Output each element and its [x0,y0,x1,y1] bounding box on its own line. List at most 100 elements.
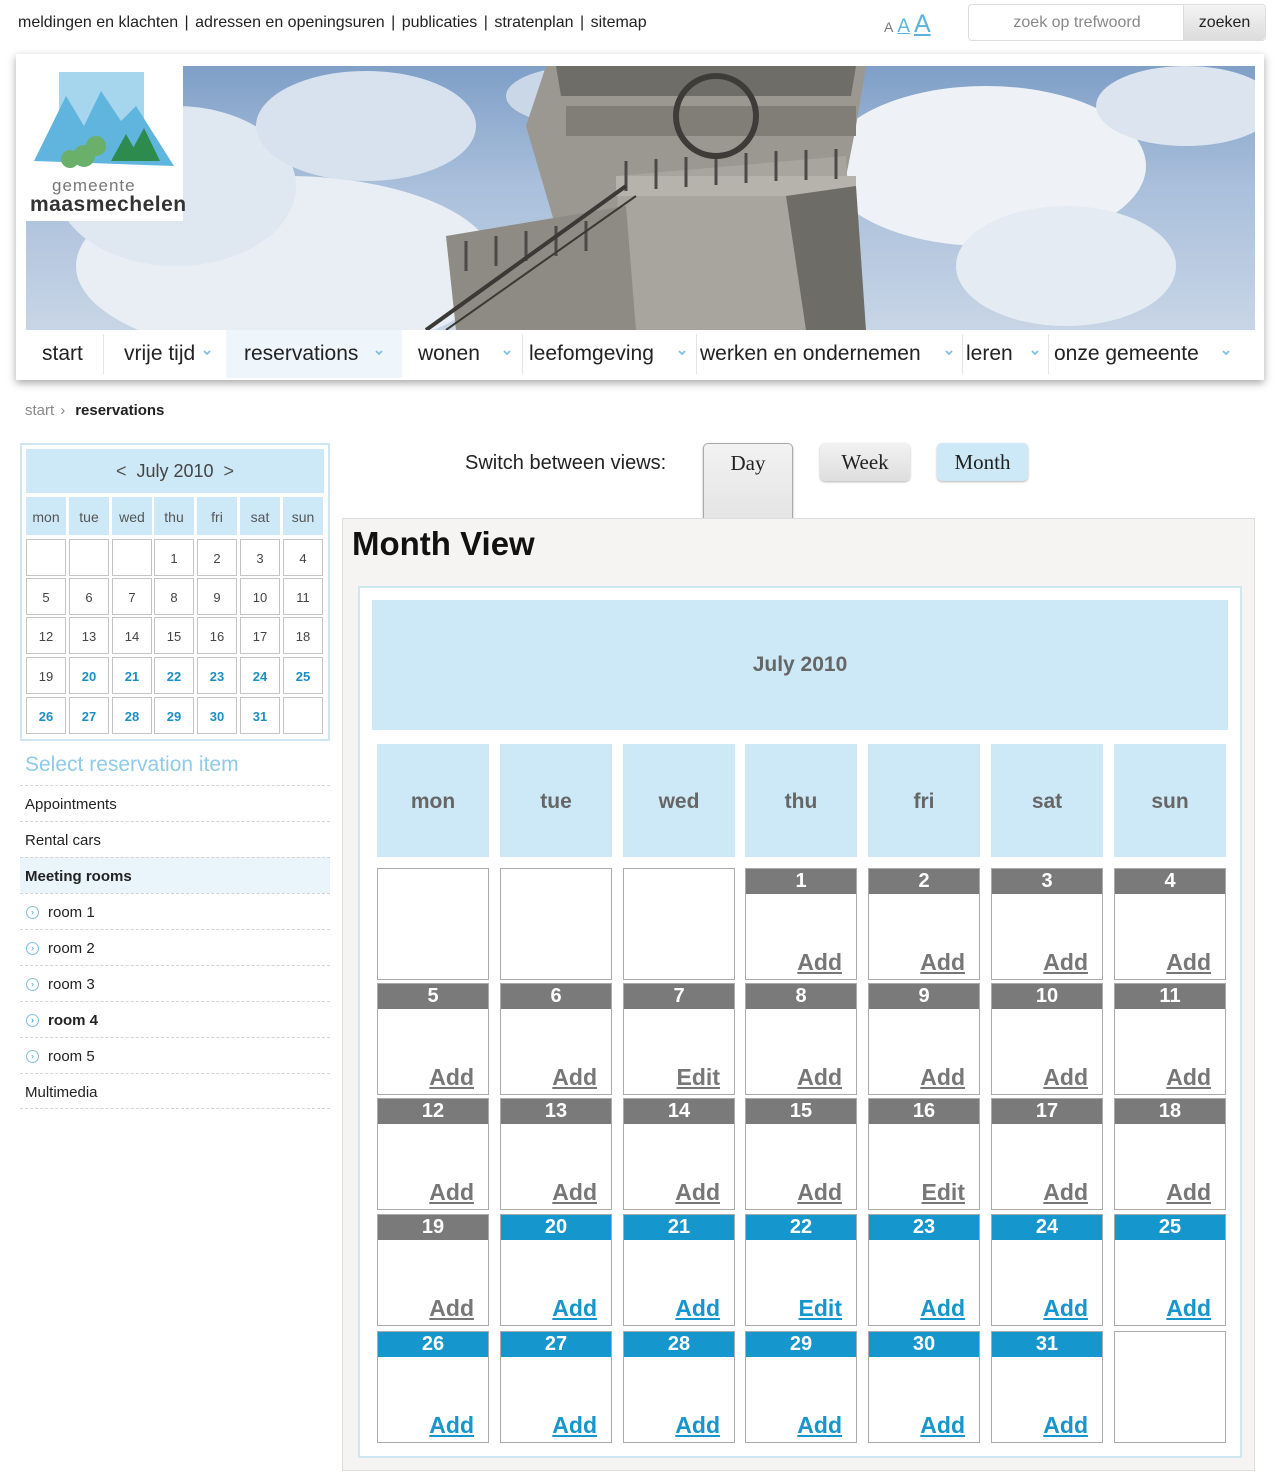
top-link-meldingen[interactable]: meldingen en klachten [18,14,178,31]
add-reservation-link[interactable]: Add [552,1064,597,1091]
calendar-day-cell: 28 Add [623,1331,735,1443]
add-reservation-link[interactable]: Add [797,1412,842,1439]
mini-calendar-day[interactable]: 31 [240,697,280,734]
mini-calendar-day[interactable]: 3 [240,539,280,576]
mini-calendar-day[interactable]: 28 [112,697,152,734]
mini-calendar-day[interactable]: 30 [197,697,237,734]
mini-calendar-day[interactable]: 25 [283,657,323,694]
add-reservation-link[interactable]: Add [429,1295,474,1322]
sidebar-item-meeting-rooms[interactable]: Meeting rooms [20,857,330,893]
calendar-day-number: 11 [1115,984,1225,1009]
mini-calendar-day[interactable]: 6 [69,578,109,615]
add-reservation-link[interactable]: Add [552,1412,597,1439]
mini-calendar-day[interactable]: 14 [112,617,152,654]
mini-calendar-day[interactable]: 21 [112,657,152,694]
mini-calendar-day[interactable]: 22 [154,657,194,694]
add-reservation-link[interactable]: Add [1166,1295,1211,1322]
sidebar-item-room-3[interactable]: › room 3 [20,965,330,1001]
search-input[interactable] [977,9,1177,36]
mini-calendar-day[interactable]: 2 [197,539,237,576]
mini-calendar-next-button[interactable]: > [224,461,235,481]
mini-calendar-day[interactable]: 12 [26,617,66,654]
mini-calendar-day[interactable]: 23 [197,657,237,694]
add-reservation-link[interactable]: Add [552,1295,597,1322]
mini-calendar-day[interactable]: 27 [69,697,109,734]
sidebar-item-multimedia[interactable]: Multimedia [20,1073,330,1109]
top-link-adressen[interactable]: adressen en openingsuren [195,14,384,31]
add-reservation-link[interactable]: Add [675,1412,720,1439]
add-reservation-link[interactable]: Add [1043,1064,1088,1091]
breadcrumb-home[interactable]: start [25,402,54,419]
add-reservation-link[interactable]: Add [1166,1064,1211,1091]
add-reservation-link[interactable]: Add [429,1179,474,1206]
mini-calendar-day[interactable]: 10 [240,578,280,615]
nav-item-wonen[interactable]: wonen [418,330,511,378]
mini-calendar-prev-button[interactable]: < [116,461,127,481]
add-reservation-link[interactable]: Add [675,1179,720,1206]
add-reservation-link[interactable]: Add [429,1064,474,1091]
add-reservation-link[interactable]: Add [1043,949,1088,976]
mini-calendar-day[interactable]: 1 [154,539,194,576]
edit-reservation-link[interactable]: Edit [799,1295,842,1322]
edit-reservation-link[interactable]: Edit [922,1179,965,1206]
mini-calendar-day[interactable]: 5 [26,578,66,615]
add-reservation-link[interactable]: Add [552,1179,597,1206]
sidebar-item-room-1[interactable]: › room 1 [20,893,330,929]
edit-reservation-link[interactable]: Edit [677,1064,720,1091]
add-reservation-link[interactable]: Add [920,1064,965,1091]
calendar-day-number: 23 [869,1215,979,1240]
font-size-medium[interactable]: A [897,16,910,38]
mini-calendar-day[interactable]: 11 [283,578,323,615]
top-link-sitemap[interactable]: sitemap [591,14,647,31]
mini-calendar-day[interactable]: 9 [197,578,237,615]
mini-calendar-day[interactable]: 7 [112,578,152,615]
search-button[interactable]: zoeken [1183,5,1265,40]
font-size-large[interactable]: A [914,10,931,39]
mini-calendar-day[interactable]: 29 [154,697,194,734]
nav-item-vrije-tijd[interactable]: vrije tijd [124,330,211,378]
add-reservation-link[interactable]: Add [920,1295,965,1322]
mini-calendar-day[interactable]: 19 [26,657,66,694]
week-view-button[interactable]: Week [820,443,910,481]
mini-calendar-day[interactable]: 4 [283,539,323,576]
mini-calendar-day[interactable]: 24 [240,657,280,694]
top-link-stratenplan[interactable]: stratenplan [494,14,573,31]
mini-calendar-day[interactable]: 8 [154,578,194,615]
sidebar-item-room-4[interactable]: › room 4 [20,1001,330,1037]
sidebar-item-room-5[interactable]: › room 5 [20,1037,330,1073]
add-reservation-link[interactable]: Add [1043,1179,1088,1206]
nav-item-onze-gemeente[interactable]: onze gemeente [1054,330,1230,378]
sidebar-item-room-2[interactable]: › room 2 [20,929,330,965]
mini-weekday-header: mon [26,497,66,535]
mini-calendar-day[interactable]: 16 [197,617,237,654]
add-reservation-link[interactable]: Add [920,949,965,976]
add-reservation-link[interactable]: Add [675,1295,720,1322]
add-reservation-link[interactable]: Add [920,1412,965,1439]
nav-item-leefomgeving[interactable]: leefomgeving [529,330,686,378]
add-reservation-link[interactable]: Add [797,1064,842,1091]
mini-calendar-day[interactable]: 15 [154,617,194,654]
sidebar-item-rental-cars[interactable]: Rental cars [20,821,330,857]
add-reservation-link[interactable]: Add [1166,949,1211,976]
sidebar-item-appointments[interactable]: Appointments [20,785,330,821]
add-reservation-link[interactable]: Add [797,949,842,976]
add-reservation-link[interactable]: Add [1166,1179,1211,1206]
font-size-small[interactable]: A [884,19,893,35]
top-link-publicaties[interactable]: publicaties [402,14,478,31]
month-view-button[interactable]: Month [937,443,1028,481]
logo[interactable]: gemeente maasmechelen [26,66,186,221]
add-reservation-link[interactable]: Add [1043,1412,1088,1439]
add-reservation-link[interactable]: Add [429,1412,474,1439]
mini-calendar-day[interactable]: 26 [26,697,66,734]
nav-item-reservations[interactable]: reservations [226,330,402,378]
mini-calendar-day[interactable]: 18 [283,617,323,654]
add-reservation-link[interactable]: Add [1043,1295,1088,1322]
nav-item-leren[interactable]: leren [966,330,1039,378]
nav-item-werken-en-ondernemen[interactable]: werken en ondernemen [700,330,953,378]
mini-calendar-day[interactable]: 17 [240,617,280,654]
calendar-day-number: 17 [992,1099,1102,1124]
mini-calendar-day[interactable]: 20 [69,657,109,694]
nav-item-start[interactable]: start [42,330,83,378]
add-reservation-link[interactable]: Add [797,1179,842,1206]
mini-calendar-day[interactable]: 13 [69,617,109,654]
